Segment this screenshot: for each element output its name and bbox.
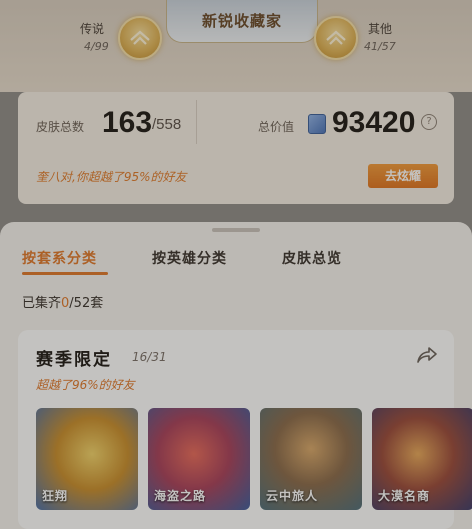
- total-value-label: 总价值: [258, 120, 295, 134]
- series-title: 赛季限定: [36, 350, 112, 370]
- tab-skin-overview[interactable]: 皮肤总览: [282, 248, 342, 268]
- skins-owned-value: 163: [102, 106, 153, 139]
- series-progress-suffix: /52套: [69, 296, 104, 311]
- skins-total-value: /558: [152, 116, 182, 133]
- gem-icon: [308, 114, 326, 134]
- share-icon[interactable]: [416, 346, 438, 364]
- series-subtitle: 超越了96%的好友: [36, 378, 135, 392]
- skin-card[interactable]: 狂翔: [36, 408, 138, 510]
- summary-divider: [196, 100, 197, 144]
- other-tier-count: 41/57: [364, 40, 396, 53]
- other-tier[interactable]: 其他 41/57: [312, 16, 452, 68]
- series-progress-prefix: 已集齐: [22, 296, 62, 311]
- other-tier-label: 其他: [368, 22, 393, 36]
- skin-name: 海盗之路: [154, 489, 207, 503]
- skins-total-label: 皮肤总数: [36, 120, 85, 134]
- active-tab-indicator: [22, 272, 108, 275]
- legend-tier-count: 4/99: [84, 40, 109, 53]
- show-off-button[interactable]: 去炫耀: [368, 164, 438, 188]
- skin-name: 狂翔: [42, 489, 69, 503]
- tab-by-series[interactable]: 按套系分类: [22, 248, 97, 268]
- promo-text: 奎八对,你超越了95%的好友: [36, 170, 187, 184]
- other-medal-icon: [314, 16, 358, 60]
- help-icon[interactable]: ?: [421, 114, 437, 130]
- series-count: 16/31: [132, 350, 167, 364]
- skin-name: 云中旅人: [266, 489, 319, 503]
- skin-card[interactable]: 云中旅人: [260, 408, 362, 510]
- skin-card[interactable]: 海盗之路: [148, 408, 250, 510]
- legend-medal-icon: [118, 16, 162, 60]
- skin-card[interactable]: 大漠名商: [372, 408, 472, 510]
- total-value: 93420: [332, 106, 416, 139]
- skin-name: 大漠名商: [378, 489, 431, 503]
- legend-tier-label: 传说: [80, 22, 105, 36]
- drag-handle[interactable]: [212, 228, 260, 232]
- legend-tier[interactable]: 传说 4/99: [74, 16, 214, 68]
- series-progress: 已集齐0/52套: [22, 292, 103, 311]
- tab-by-hero[interactable]: 按英雄分类: [152, 248, 227, 268]
